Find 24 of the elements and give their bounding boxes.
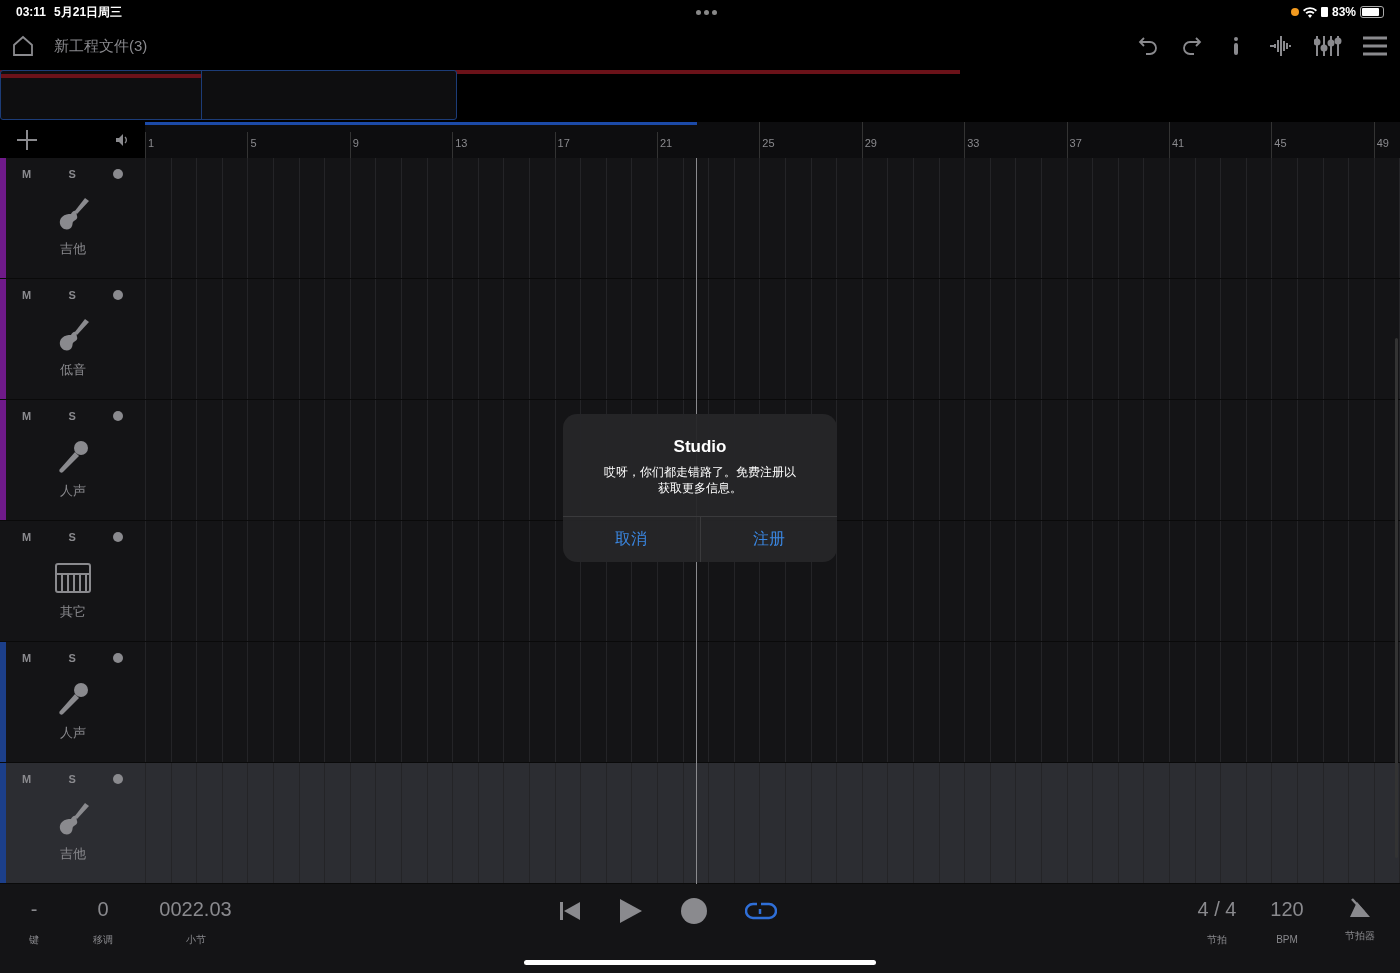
status-date: 5月21日周三 bbox=[54, 4, 123, 21]
battery-percent: 83% bbox=[1331, 4, 1356, 21]
transport-label: 键 bbox=[29, 933, 39, 947]
transport-label: 小节 bbox=[185, 933, 206, 947]
bar-number: 1 bbox=[148, 137, 155, 149]
status-time: 03:11 bbox=[16, 4, 47, 21]
bar-number: 25 bbox=[762, 137, 775, 149]
bar-number: 13 bbox=[455, 137, 468, 149]
bar-number: 29 bbox=[864, 137, 877, 149]
bar-number: 21 bbox=[659, 137, 673, 149]
bar-number: 17 bbox=[557, 137, 570, 149]
bar-number: 33 bbox=[967, 137, 980, 149]
transport-label: 节拍器 bbox=[1344, 929, 1375, 943]
bar-number: 9 bbox=[352, 137, 359, 149]
bar-number: 49 bbox=[1376, 137, 1389, 149]
transport-label: 移调 bbox=[93, 933, 113, 947]
dialog-title: Studio bbox=[673, 436, 727, 458]
dialog-message: 哎呀，你们都走错路了。免费注册以获取更多信息。 bbox=[603, 463, 797, 496]
transport-label: BPM bbox=[1276, 933, 1298, 947]
bar-number: 41 bbox=[1171, 137, 1185, 149]
bar-number: 5 bbox=[250, 137, 257, 149]
bar-number: 37 bbox=[1069, 137, 1082, 149]
transport-label: 节拍 bbox=[1207, 933, 1227, 947]
bar-number: 45 bbox=[1274, 137, 1287, 149]
